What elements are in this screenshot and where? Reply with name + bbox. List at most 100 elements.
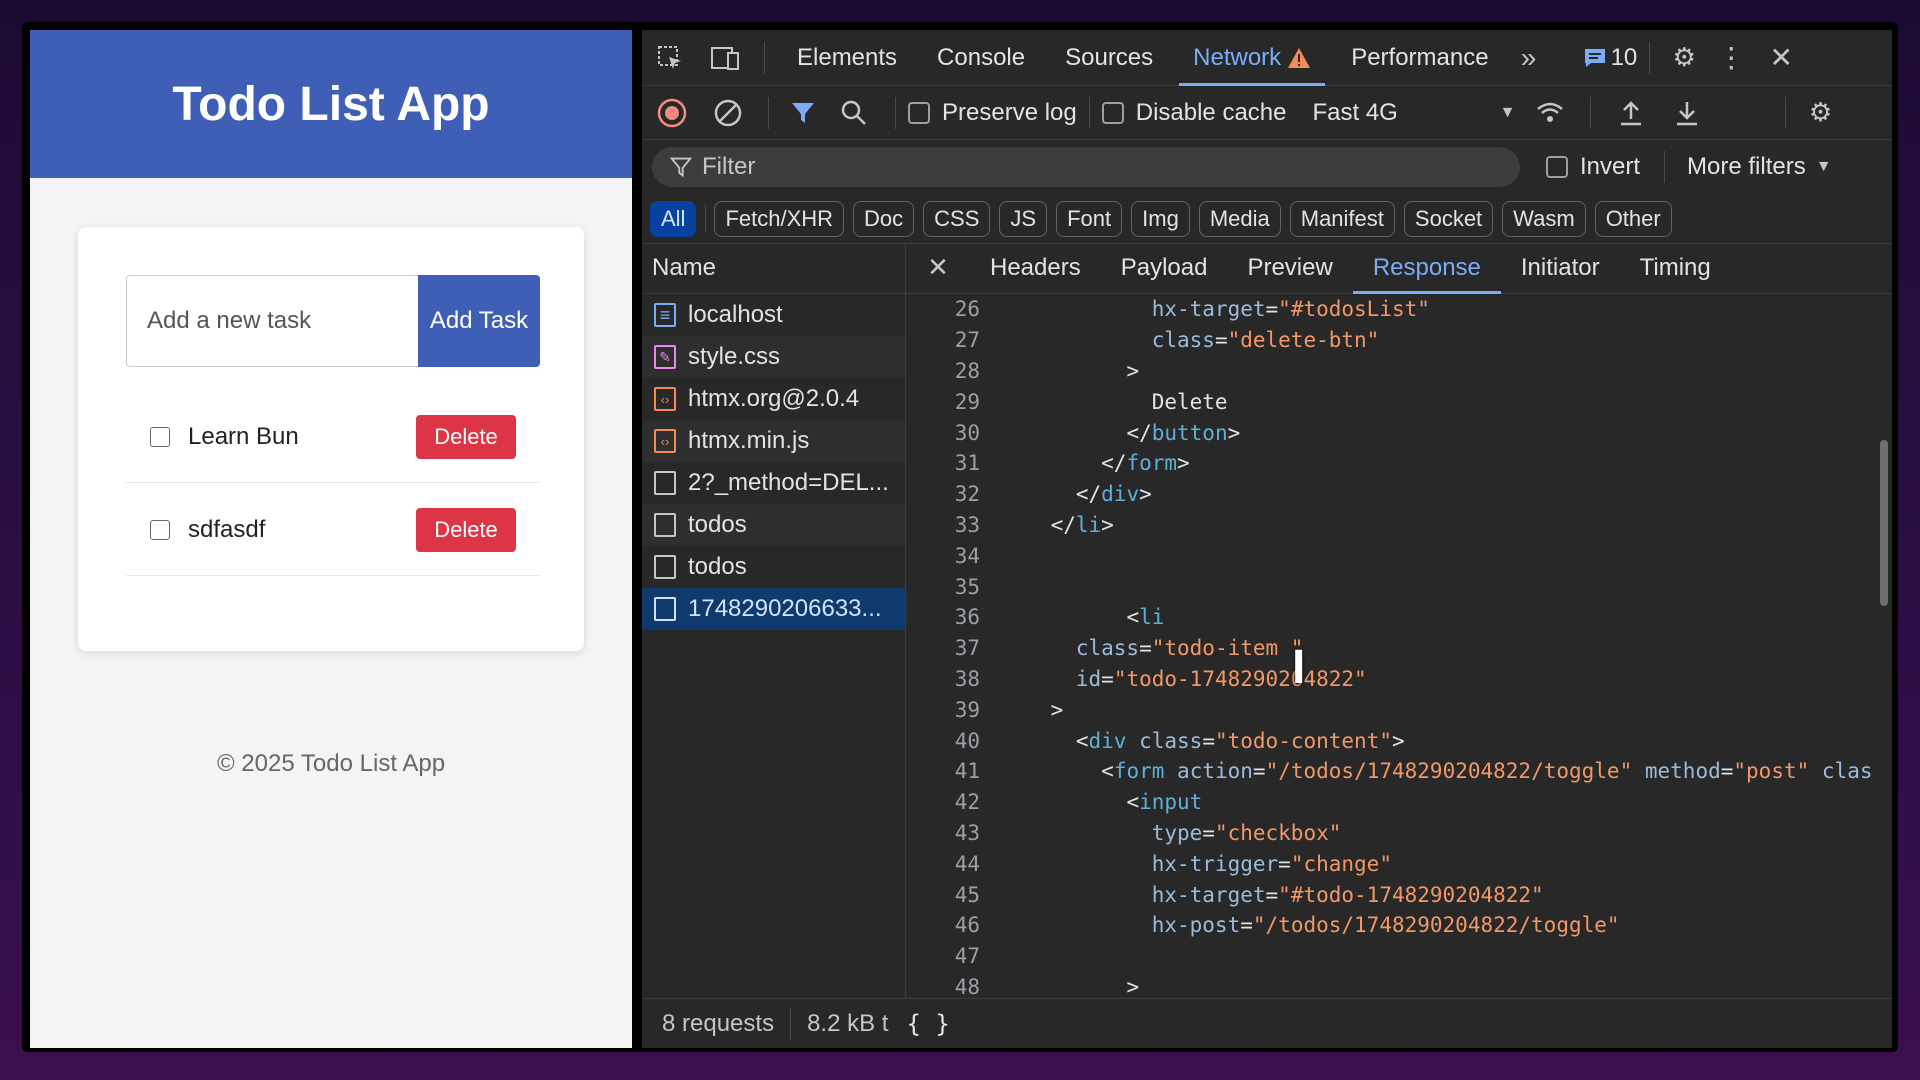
tab-sources[interactable]: Sources: [1045, 30, 1173, 86]
more-filters-button[interactable]: More filters: [1687, 153, 1806, 181]
name-column-header[interactable]: Name: [642, 242, 905, 294]
todo-app: Todo List App Add a new task Add Task Le…: [30, 30, 632, 1048]
tab-preview[interactable]: Preview: [1227, 242, 1352, 294]
line-source: </li>: [980, 513, 1114, 537]
search-icon[interactable]: [825, 99, 883, 127]
line-source: class="todo-item ": [980, 636, 1304, 661]
code-token: id: [1075, 666, 1102, 691]
tab-console[interactable]: Console: [917, 30, 1045, 86]
code-line: 43 type="checkbox": [906, 818, 1892, 849]
code-token: form: [1113, 759, 1165, 784]
code-token: button: [1151, 420, 1228, 445]
divider: [1664, 151, 1666, 183]
request-row[interactable]: ‹› htmx.org@2.0.4: [642, 378, 905, 420]
type-filter-doc[interactable]: Doc: [853, 200, 915, 237]
type-filter-manifest[interactable]: Manifest: [1289, 200, 1395, 237]
type-filter-socket[interactable]: Socket: [1403, 200, 1494, 237]
code-line: 46 hx-post="/todos/1748290204822/toggle": [906, 910, 1892, 941]
pretty-print-icon[interactable]: { }: [906, 1010, 949, 1038]
type-filter-all[interactable]: All: [650, 200, 697, 237]
inspect-element-icon[interactable]: [642, 44, 698, 72]
type-filter-js[interactable]: JS: [999, 200, 1048, 237]
close-icon[interactable]: ✕: [1756, 41, 1806, 74]
dropdown-arrow-icon[interactable]: ▼: [1816, 158, 1832, 176]
type-filter-css[interactable]: CSS: [923, 200, 991, 237]
tab-performance[interactable]: Performance: [1331, 30, 1508, 86]
type-filter-media[interactable]: Media: [1198, 200, 1281, 237]
response-code-viewer[interactable]: 26 hx-target="#todosList" 27 class="delet…: [906, 294, 1892, 998]
tab-elements[interactable]: Elements: [777, 30, 917, 86]
code-line: 32 </div>: [906, 479, 1892, 510]
scrollbar-thumb[interactable]: [1880, 440, 1888, 606]
add-task-button[interactable]: Add Task: [418, 275, 540, 367]
invert-label: Invert: [1580, 153, 1641, 180]
line-number: 36: [954, 605, 980, 630]
code-token: =: [1202, 820, 1215, 845]
tab-headers[interactable]: Headers: [970, 242, 1101, 294]
delete-button[interactable]: Delete: [416, 414, 516, 459]
delete-button[interactable]: Delete: [416, 507, 516, 552]
type-filter-fetch-xhr[interactable]: Fetch/XHR: [714, 200, 845, 237]
settings-gear-icon[interactable]: ⚙: [1662, 42, 1706, 73]
tab-payload[interactable]: Payload: [1101, 242, 1228, 294]
code-token: <: [1126, 605, 1140, 630]
line-number: 34: [954, 543, 980, 568]
preserve-log-checkbox[interactable]: [908, 101, 930, 124]
tab-initiator[interactable]: Initiator: [1501, 242, 1620, 294]
type-filter-other[interactable]: Other: [1594, 200, 1672, 237]
text-cursor-icon: I: [1292, 641, 1306, 694]
warning-icon: [1287, 47, 1311, 69]
todo-text: sdfasdf: [188, 515, 266, 543]
divider: [768, 96, 769, 129]
request-row[interactable]: todos: [642, 504, 905, 546]
file-icon: [654, 555, 676, 579]
type-filter-font[interactable]: Font: [1056, 200, 1123, 237]
filter-funnel-icon[interactable]: [781, 100, 825, 126]
request-row[interactable]: ≡ localhost: [642, 294, 905, 336]
invert-checkbox[interactable]: [1546, 156, 1568, 178]
new-task-input[interactable]: Add a new task: [126, 275, 418, 367]
close-details-icon[interactable]: ✕: [906, 252, 970, 283]
messages-counter[interactable]: 10: [1583, 44, 1637, 72]
code-token: clas: [1821, 759, 1873, 784]
device-toolbar-icon[interactable]: [698, 44, 752, 72]
filter-input[interactable]: Filter: [652, 147, 1520, 187]
todo-checkbox[interactable]: [150, 519, 170, 540]
tab-response[interactable]: Response: [1352, 242, 1501, 294]
script-icon: ‹›: [654, 429, 676, 453]
more-tabs-icon[interactable]: »: [1509, 42, 1549, 74]
tab-network[interactable]: Network: [1173, 30, 1331, 86]
code-line: 48 >: [906, 972, 1892, 998]
network-settings-gear-icon[interactable]: ⚙: [1798, 97, 1842, 128]
request-row[interactable]: 2?_method=DEL...: [642, 462, 905, 504]
request-row[interactable]: ✎ style.css: [642, 336, 905, 378]
network-conditions-icon[interactable]: [1522, 100, 1578, 126]
code-token: "todo-item ": [1151, 636, 1304, 661]
record-stop-icon[interactable]: [644, 98, 700, 128]
type-filter-wasm[interactable]: Wasm: [1502, 200, 1586, 237]
type-filter-img[interactable]: Img: [1131, 200, 1190, 237]
kebab-menu-icon[interactable]: ⋮: [1706, 41, 1756, 74]
code-token: >: [1227, 420, 1241, 445]
code-line: 36 <li: [906, 602, 1892, 633]
download-icon[interactable]: [1659, 99, 1715, 127]
upload-icon[interactable]: [1603, 99, 1659, 127]
todo-checkbox[interactable]: [150, 426, 170, 447]
tab-timing[interactable]: Timing: [1620, 242, 1731, 294]
disable-cache-checkbox[interactable]: [1101, 101, 1124, 124]
line-number: 32: [954, 482, 980, 507]
line-number: 41: [954, 759, 980, 784]
clear-icon[interactable]: [700, 98, 756, 128]
throttle-select[interactable]: Fast 4G: [1312, 99, 1492, 127]
dropdown-arrow-icon[interactable]: ▼: [1492, 104, 1522, 122]
request-row[interactable]: 1748290206633...: [642, 588, 905, 630]
code-token: method: [1644, 759, 1721, 784]
line-number: 31: [954, 451, 980, 476]
request-row[interactable]: ‹› htmx.min.js: [642, 420, 905, 462]
file-icon: [654, 513, 676, 537]
request-row[interactable]: todos: [642, 546, 905, 588]
line-source: Delete: [980, 390, 1228, 414]
